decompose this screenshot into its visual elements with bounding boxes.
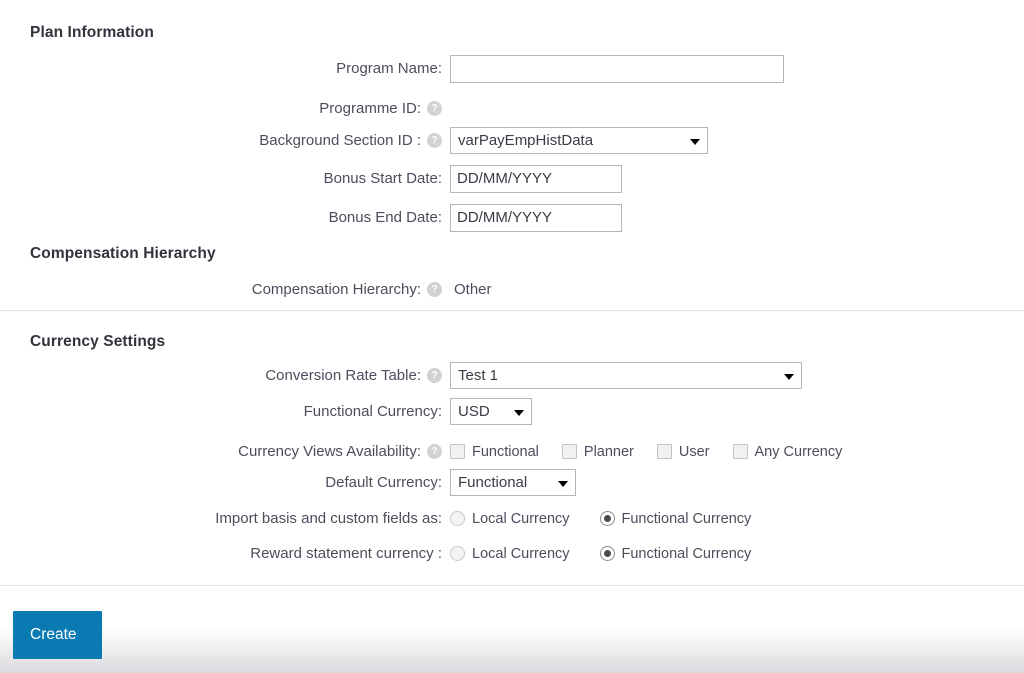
label-bonus-start-date: Bonus Start Date: bbox=[0, 170, 450, 187]
form-page: Plan Information Program Name: Programme… bbox=[0, 0, 1024, 673]
radio-label-import-basis-functional: Functional Currency bbox=[621, 510, 752, 527]
field-default-currency: Functional bbox=[450, 469, 1024, 496]
label-default-currency: Default Currency: bbox=[0, 474, 450, 491]
label-programme-id-text: Programme ID: bbox=[319, 100, 421, 117]
field-program-name bbox=[450, 54, 1024, 83]
label-conversion-rate-table-text: Conversion Rate Table: bbox=[265, 367, 421, 384]
label-reward-statement-currency-text: Reward statement currency : bbox=[250, 545, 442, 562]
row-conversion-rate-table: Conversion Rate Table: ? Test 1 bbox=[0, 361, 1024, 390]
field-bonus-end-date bbox=[450, 203, 1024, 232]
label-reward-statement-currency: Reward statement currency : bbox=[0, 545, 450, 562]
row-import-basis: Import basis and custom fields as: Local… bbox=[0, 504, 1024, 533]
radio-label-reward-local: Local Currency bbox=[472, 545, 570, 562]
checkbox-label-functional: Functional bbox=[472, 443, 539, 460]
row-currency-views-availability: Currency Views Availability: ? Functiona… bbox=[0, 437, 1024, 466]
checkbox-icon-any-currency[interactable] bbox=[732, 444, 748, 459]
chevron-down-icon-functional-currency: USD bbox=[450, 398, 532, 425]
functional-currency-select[interactable]: USD bbox=[450, 398, 532, 425]
checkbox-icon-functional[interactable] bbox=[450, 444, 465, 459]
field-functional-currency: USD bbox=[450, 398, 1024, 425]
program-name-input[interactable] bbox=[450, 54, 784, 83]
field-background-section-id: varPayEmpHistData bbox=[450, 127, 1024, 154]
section-title-compensation-hierarchy: Compensation Hierarchy bbox=[30, 245, 216, 262]
radio-icon-reward-functional[interactable] bbox=[599, 546, 615, 561]
help-icon-programme-id[interactable]: ? bbox=[427, 101, 442, 116]
checkbox-label-user: User bbox=[678, 443, 710, 460]
help-icon-compensation-hierarchy[interactable]: ? bbox=[427, 282, 442, 297]
checkbox-currency-view-planner[interactable]: Planner bbox=[561, 443, 634, 460]
checkbox-label-planner: Planner bbox=[583, 443, 634, 460]
radio-reward-statement-functional-currency[interactable]: Functional Currency bbox=[599, 545, 752, 562]
bonus-end-date-input[interactable] bbox=[450, 203, 622, 232]
field-import-basis: Local Currency Functional Currency bbox=[450, 511, 1024, 527]
chevron-down-icon-conversion-rate-table: Test 1 bbox=[450, 362, 802, 389]
row-bonus-start-date: Bonus Start Date: bbox=[0, 164, 1024, 193]
radio-label-reward-functional: Functional Currency bbox=[621, 545, 752, 562]
help-icon-conversion-rate-table[interactable]: ? bbox=[427, 368, 442, 383]
checkbox-icon-planner[interactable] bbox=[561, 444, 577, 459]
row-reward-statement-currency: Reward statement currency : Local Curren… bbox=[0, 539, 1024, 568]
radio-import-basis-functional-currency[interactable]: Functional Currency bbox=[599, 510, 752, 527]
label-import-basis: Import basis and custom fields as: bbox=[0, 510, 450, 527]
label-background-section-id: Background Section ID : ? bbox=[0, 132, 450, 149]
section-title-currency-settings: Currency Settings bbox=[30, 333, 166, 350]
label-conversion-rate-table: Conversion Rate Table: ? bbox=[0, 367, 450, 384]
help-icon-currency-views-availability[interactable]: ? bbox=[427, 444, 442, 459]
radio-icon-reward-local[interactable] bbox=[450, 546, 465, 561]
label-programme-id: Programme ID: ? bbox=[0, 100, 450, 117]
label-import-basis-text: Import basis and custom fields as: bbox=[215, 510, 442, 527]
field-currency-views-availability: Functional Planner User Any Currency bbox=[450, 444, 1024, 460]
chevron-down-icon-default-currency: Functional bbox=[450, 469, 576, 496]
checkbox-currency-view-functional[interactable]: Functional bbox=[450, 444, 539, 460]
radio-reward-statement-local-currency[interactable]: Local Currency bbox=[450, 546, 570, 562]
row-background-section-id: Background Section ID : ? varPayEmpHistD… bbox=[0, 126, 1024, 155]
checkbox-currency-view-user[interactable]: User bbox=[656, 443, 710, 460]
label-currency-views-availability-text: Currency Views Availability: bbox=[238, 443, 421, 460]
compensation-hierarchy-value: Other bbox=[454, 281, 492, 298]
label-background-section-id-text: Background Section ID : bbox=[259, 132, 421, 149]
default-currency-select[interactable]: Functional bbox=[450, 469, 576, 496]
row-program-name: Program Name: bbox=[0, 54, 1024, 83]
checkbox-icon-user[interactable] bbox=[656, 444, 672, 459]
label-compensation-hierarchy: Compensation Hierarchy: ? bbox=[0, 281, 450, 298]
background-section-id-select[interactable]: varPayEmpHistData bbox=[450, 127, 708, 154]
label-compensation-hierarchy-text: Compensation Hierarchy: bbox=[251, 281, 421, 298]
footer-bar: Create bbox=[0, 586, 1024, 673]
label-bonus-end-date: Bonus End Date: bbox=[0, 209, 450, 226]
field-reward-statement-currency: Local Currency Functional Currency bbox=[450, 546, 1024, 562]
chevron-down-icon-background-section-id: varPayEmpHistData bbox=[450, 127, 708, 154]
help-icon-background-section-id[interactable]: ? bbox=[427, 133, 442, 148]
label-default-currency-text: Default Currency: bbox=[325, 474, 442, 491]
row-bonus-end-date: Bonus End Date: bbox=[0, 203, 1024, 232]
label-bonus-end-date-text: Bonus End Date: bbox=[328, 209, 442, 226]
bonus-start-date-input[interactable] bbox=[450, 164, 622, 193]
radio-icon-import-basis-functional[interactable] bbox=[599, 511, 615, 526]
section-title-plan-information: Plan Information bbox=[30, 24, 154, 41]
row-compensation-hierarchy: Compensation Hierarchy: ? Other bbox=[0, 275, 1024, 304]
radio-icon-import-basis-local[interactable] bbox=[450, 511, 465, 526]
label-functional-currency-text: Functional Currency: bbox=[303, 403, 442, 420]
field-bonus-start-date bbox=[450, 164, 1024, 193]
label-currency-views-availability: Currency Views Availability: ? bbox=[0, 443, 450, 460]
field-compensation-hierarchy: Other bbox=[450, 281, 1024, 298]
radio-import-basis-local-currency[interactable]: Local Currency bbox=[450, 511, 570, 527]
label-program-name: Program Name: bbox=[0, 60, 450, 77]
row-functional-currency: Functional Currency: USD bbox=[0, 397, 1024, 426]
label-bonus-start-date-text: Bonus Start Date: bbox=[323, 170, 442, 187]
label-functional-currency: Functional Currency: bbox=[0, 403, 450, 420]
conversion-rate-table-select[interactable]: Test 1 bbox=[450, 362, 802, 389]
checkbox-label-any-currency: Any Currency bbox=[754, 443, 843, 460]
row-default-currency: Default Currency: Functional bbox=[0, 468, 1024, 497]
create-button[interactable]: Create bbox=[13, 611, 102, 659]
label-program-name-text: Program Name: bbox=[336, 60, 442, 77]
field-conversion-rate-table: Test 1 bbox=[450, 362, 1024, 389]
section-divider-top bbox=[0, 310, 1024, 312]
checkbox-currency-view-any-currency[interactable]: Any Currency bbox=[732, 443, 843, 460]
row-programme-id: Programme ID: ? bbox=[0, 94, 1024, 123]
radio-label-import-basis-local: Local Currency bbox=[472, 510, 570, 527]
